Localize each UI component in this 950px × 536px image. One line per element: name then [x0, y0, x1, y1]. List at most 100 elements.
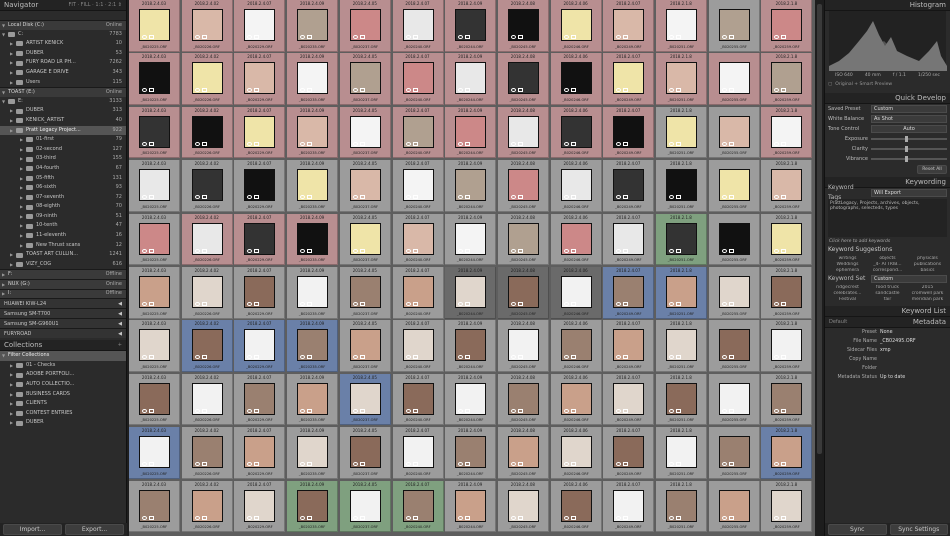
photo-thumbnail[interactable]: 2018.2.4.03 _B020225.ORF: [129, 160, 180, 212]
photo-thumbnail[interactable]: 2018.2.4.05 _B020237.ORF: [339, 480, 391, 533]
import-button[interactable]: Import...: [3, 524, 62, 535]
photo-thumbnail[interactable]: 2018.2.4.08 _B020245.ORF: [497, 0, 549, 52]
crop-badge-icon[interactable]: [201, 462, 207, 467]
photo-thumbnail[interactable]: 2018.2.4.06 _B020246.ORF: [550, 427, 602, 479]
device-row[interactable]: HUAWEI KIW-L24 ◀: [0, 298, 126, 309]
photo-thumbnail[interactable]: 2018.2.4.05 _B020237.ORF: [339, 53, 391, 105]
scrollbar-thumb[interactable]: [817, 4, 822, 454]
keyword-tags-select[interactable]: Will Export: [871, 189, 947, 197]
photo-thumbnail[interactable]: 2018.2.4.09 _B020235.ORF: [287, 373, 339, 426]
crop-badge-icon[interactable]: [307, 462, 313, 467]
photo-thumbnail[interactable]: 2018.2.4.05 _B020237.ORF: [339, 267, 391, 319]
photo-thumbnail[interactable]: 2018.2.4.02 _B020226.ORF: [181, 373, 233, 426]
device-row[interactable]: FURYROAD ◀: [0, 328, 126, 339]
photo-thumbnail[interactable]: _B020255.ORF: [708, 267, 760, 319]
crop-badge-icon[interactable]: [307, 35, 313, 39]
photo-thumbnail[interactable]: 2018.2.1.8 _B020259.ORF: [761, 106, 813, 159]
navigator-preview[interactable]: [0, 11, 126, 20]
crop-badge-icon[interactable]: [149, 141, 154, 146]
crop-badge-icon[interactable]: [517, 141, 523, 146]
photo-thumbnail[interactable]: 2018.2.4.09 _B020244.ORF: [445, 320, 497, 372]
crop-badge-icon[interactable]: [676, 355, 681, 360]
keyword-chip[interactable]: writings: [828, 256, 867, 261]
crop-badge-icon[interactable]: [359, 195, 365, 200]
collection-item[interactable]: ▶ DUBER: [0, 418, 126, 428]
edit-badge-icon[interactable]: [669, 248, 674, 253]
crop-badge-icon[interactable]: [676, 141, 681, 146]
photo-thumbnail[interactable]: 2018.2.1.8 _B020259.ORF: [761, 320, 813, 372]
crop-badge-icon[interactable]: [570, 462, 576, 467]
sync-button[interactable]: Sync: [828, 524, 887, 535]
volume-f[interactable]: ▶ F: Offline: [0, 269, 126, 280]
folder-row[interactable]: ▶ New Thrust scans 12: [0, 241, 126, 251]
edit-badge-icon[interactable]: [458, 515, 464, 520]
edit-badge-icon[interactable]: [721, 141, 727, 146]
folder-row[interactable]: ▶ 06-sixth 93: [0, 183, 126, 193]
edit-badge-icon[interactable]: [352, 35, 358, 39]
edit-badge-icon[interactable]: [721, 462, 727, 467]
crop-badge-icon[interactable]: [781, 248, 787, 253]
crop-badge-icon[interactable]: [412, 408, 418, 413]
photo-thumbnail[interactable]: 2018.2.4.09 _B020235.ORF: [287, 427, 339, 479]
edit-badge-icon[interactable]: [300, 515, 306, 520]
photo-thumbnail[interactable]: 2018.2.4.09 _B020235.ORF: [287, 320, 339, 372]
folder-row[interactable]: ▶ DUBER 313: [0, 106, 126, 116]
photo-thumbnail[interactable]: 2018.2.4.05 _B020237.ORF: [339, 373, 391, 426]
folder-row[interactable]: ▶ VIZY_COG 616: [0, 260, 126, 270]
photo-thumbnail[interactable]: 2018.2.4.07 _B020249.ORF: [603, 373, 655, 426]
crop-badge-icon[interactable]: [149, 462, 154, 467]
chevron-left-icon[interactable]: ◀: [118, 329, 122, 338]
photo-thumbnail[interactable]: 2018.2.4.07 _B020240.ORF: [392, 106, 444, 159]
edit-badge-icon[interactable]: [563, 302, 569, 306]
photo-thumbnail[interactable]: 2018.2.4.09 _B020244.ORF: [445, 267, 497, 319]
crop-badge-icon[interactable]: [728, 141, 734, 146]
photo-thumbnail[interactable]: 2018.2.4.07 _B020249.ORF: [603, 480, 655, 533]
folder-row[interactable]: ▶ 01-first 79: [0, 135, 126, 145]
collections-header[interactable]: Collections +: [0, 340, 126, 352]
white-balance-select[interactable]: As Shot: [871, 115, 947, 123]
photo-thumbnail[interactable]: 2018.2.4.03 _B020225.ORF: [129, 106, 180, 159]
quick-develop-header[interactable]: Quick Develop: [825, 93, 950, 104]
crop-badge-icon[interactable]: [359, 515, 365, 520]
edit-badge-icon[interactable]: [458, 141, 464, 146]
crop-badge-icon[interactable]: [623, 141, 629, 146]
photo-thumbnail[interactable]: 2018.2.4.07 _B020249.ORF: [603, 0, 655, 52]
crop-badge-icon[interactable]: [517, 88, 523, 93]
keyword-set-select[interactable]: Custom: [871, 275, 947, 283]
folder-row[interactable]: ▶ KENICK_ARTIST 40: [0, 116, 126, 126]
edit-badge-icon[interactable]: [405, 141, 411, 146]
crop-badge-icon[interactable]: [781, 88, 787, 93]
edit-badge-icon[interactable]: [563, 248, 569, 253]
crop-badge-icon[interactable]: [307, 88, 313, 93]
photo-thumbnail[interactable]: 2018.2.4.08 _B020245.ORF: [497, 320, 549, 372]
md-preset-select[interactable]: None: [880, 328, 947, 337]
crop-badge-icon[interactable]: [623, 35, 629, 39]
photo-thumbnail[interactable]: 2018.2.4.07 _B020229.ORF: [234, 160, 286, 212]
photo-thumbnail[interactable]: 2018.2.4.08 _B020245.ORF: [497, 106, 549, 159]
crop-badge-icon[interactable]: [412, 248, 418, 253]
edit-badge-icon[interactable]: [563, 141, 569, 146]
photo-thumbnail[interactable]: 2018.2.4.07 _B020240.ORF: [392, 373, 444, 426]
chevron-left-icon[interactable]: ◀: [118, 309, 122, 318]
photo-thumbnail[interactable]: 2018.2.1.8 _B020259.ORF: [761, 267, 813, 319]
edit-badge-icon[interactable]: [721, 195, 727, 200]
crop-badge-icon[interactable]: [149, 408, 154, 413]
photo-thumbnail[interactable]: 2018.2.4.06 _B020246.ORF: [550, 320, 602, 372]
keyword-chip[interactable]: objects: [868, 256, 907, 261]
crop-badge-icon[interactable]: [149, 248, 154, 253]
crop-badge-icon[interactable]: [570, 195, 576, 200]
crop-badge-icon[interactable]: [517, 515, 523, 520]
photo-thumbnail[interactable]: 2018.2.4.07 _B020229.ORF: [234, 427, 286, 479]
crop-badge-icon[interactable]: [570, 248, 576, 253]
photo-thumbnail[interactable]: _B020255.ORF: [708, 320, 760, 372]
photo-thumbnail[interactable]: 2018.2.4.09 _B020244.ORF: [445, 480, 497, 533]
photo-thumbnail[interactable]: 2018.2.4.06 _B020246.ORF: [550, 53, 602, 105]
edit-badge-icon[interactable]: [405, 462, 411, 467]
grid-scrollbar[interactable]: [815, 0, 824, 536]
crop-badge-icon[interactable]: [570, 302, 576, 306]
crop-badge-icon[interactable]: [781, 35, 787, 39]
chevron-left-icon[interactable]: ◀: [118, 299, 122, 308]
crop-badge-icon[interactable]: [781, 195, 787, 200]
photo-thumbnail[interactable]: 2018.2.1.8 _B020251.ORF: [656, 53, 707, 105]
photo-thumbnail[interactable]: 2018.2.4.07 _B020229.ORF: [234, 106, 286, 159]
